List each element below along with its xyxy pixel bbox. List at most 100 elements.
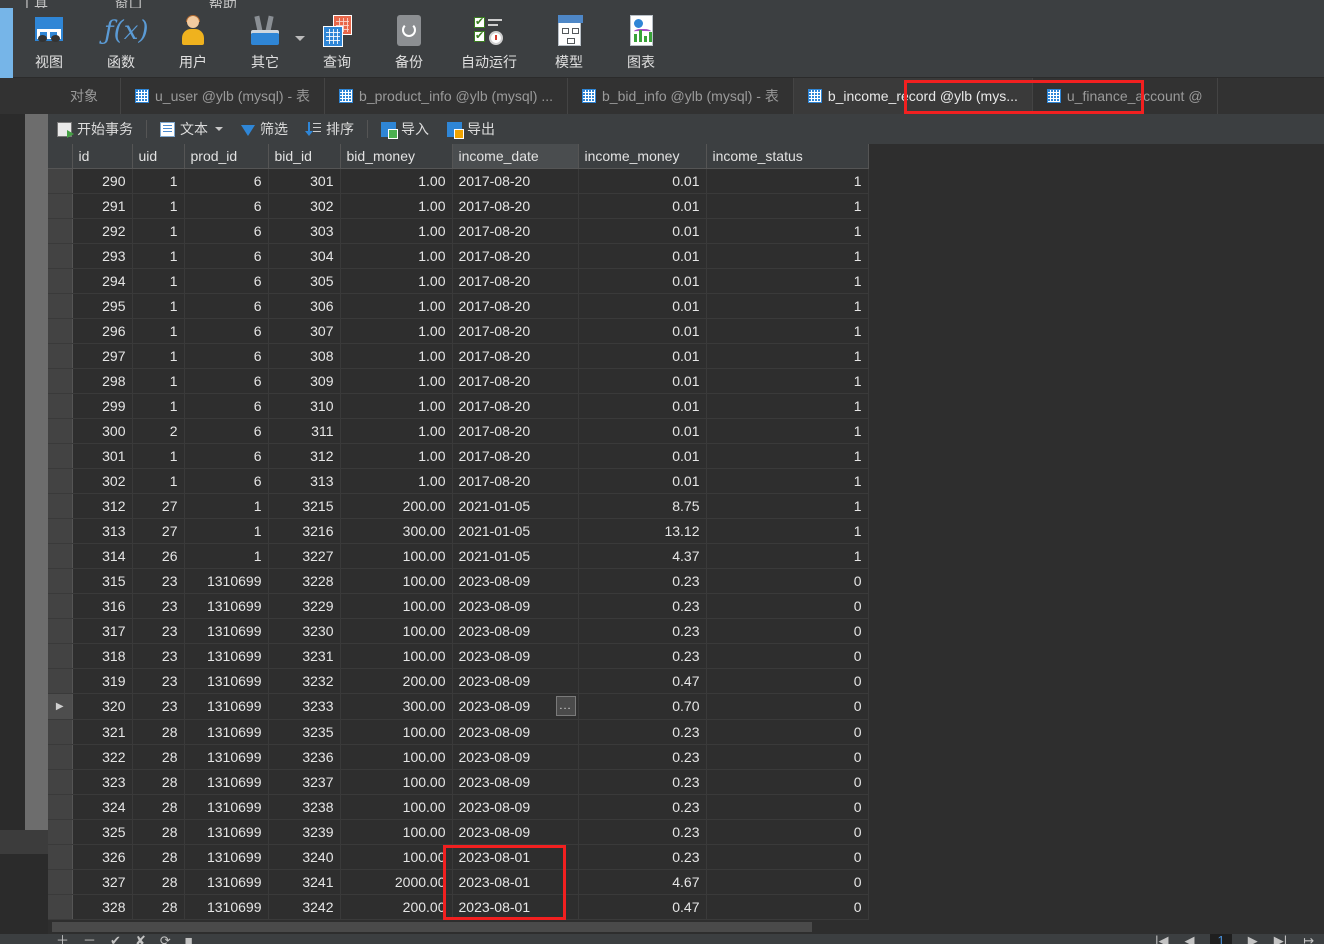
cell-uid[interactable]: 28 [132, 844, 185, 870]
cell-bid_money[interactable]: 200.00 [340, 894, 453, 920]
cell-uid[interactable]: 23 [132, 618, 185, 644]
cell-bid_money[interactable]: 1.00 [340, 443, 453, 469]
table-row[interactable]: 294 1 6 305 1.00 2017-08-20 0.01 1 [48, 268, 869, 294]
cell-uid[interactable]: 28 [132, 719, 185, 745]
cell-income_date[interactable]: 2023-08-01 [452, 844, 579, 870]
cell-income_money[interactable]: 0.01 [578, 293, 707, 319]
cell-income_money[interactable]: 0.01 [578, 318, 707, 344]
table-row[interactable]: 291 1 6 302 1.00 2017-08-20 0.01 1 [48, 193, 869, 219]
page-number[interactable]: 1 [1210, 934, 1232, 944]
row-header-cell[interactable] [48, 744, 73, 770]
cell-bid_money[interactable]: 100.00 [340, 794, 453, 820]
cell-income_status[interactable]: 1 [706, 343, 869, 369]
cell-bid_money[interactable]: 300.00 [340, 518, 453, 544]
export-button[interactable]: 导出 [438, 117, 504, 141]
table-row[interactable]: 322 28 1310699 3236 100.00 2023-08-09 0.23 0 [48, 744, 869, 770]
cell-prod_id[interactable]: 6 [184, 393, 269, 419]
cell-income_money[interactable]: 0.23 [578, 643, 707, 669]
cell-uid[interactable]: 1 [132, 468, 185, 494]
cell-id[interactable]: 291 [72, 193, 133, 219]
goto-icon[interactable]: ↦ [1303, 934, 1314, 944]
cell-income_money[interactable]: 0.01 [578, 193, 707, 219]
cell-uid[interactable]: 1 [132, 393, 185, 419]
ribbon-button-other[interactable]: 其它 [229, 8, 305, 78]
cell-prod_id[interactable]: 6 [184, 368, 269, 394]
cell-prod_id[interactable]: 1310699 [184, 618, 269, 644]
cell-prod_id[interactable]: 6 [184, 418, 269, 444]
cell-income_status[interactable]: 0 [706, 618, 869, 644]
cell-id[interactable]: 315 [72, 568, 133, 594]
menu-item-help[interactable]: 帮助 [209, 0, 237, 8]
table-row[interactable]: 316 23 1310699 3229 100.00 2023-08-09 0.23 0 [48, 593, 869, 619]
cell-uid[interactable]: 23 [132, 668, 185, 694]
cell-income_money[interactable]: 0.70 [578, 693, 707, 720]
cell-uid[interactable]: 28 [132, 769, 185, 795]
tab-b-product-info[interactable]: b_product_info @ylb (mysql) ... [325, 78, 568, 114]
cell-bid_id[interactable]: 301 [268, 168, 341, 194]
cell-income_date[interactable]: 2017-08-20 [452, 343, 579, 369]
row-header-cell[interactable] [48, 368, 73, 394]
row-header-cell[interactable] [48, 668, 73, 694]
row-header-cell[interactable] [48, 443, 73, 469]
cell-income_status[interactable]: 0 [706, 894, 869, 920]
cell-id[interactable]: 321 [72, 719, 133, 745]
cell-uid[interactable]: 1 [132, 318, 185, 344]
cell-prod_id[interactable]: 6 [184, 168, 269, 194]
cell-id[interactable]: 302 [72, 468, 133, 494]
tab-b-bid-info[interactable]: b_bid_info @ylb (mysql) - 表 [568, 78, 794, 114]
cell-income_date[interactable]: 2023-08-09 [452, 643, 579, 669]
cell-bid_id[interactable]: 3235 [268, 719, 341, 745]
cell-uid[interactable]: 27 [132, 493, 185, 519]
cell-bid_money[interactable]: 1.00 [340, 168, 453, 194]
ribbon-button-user[interactable]: 用户 [157, 8, 229, 78]
cell-prod_id[interactable]: 6 [184, 268, 269, 294]
table-row[interactable]: 293 1 6 304 1.00 2017-08-20 0.01 1 [48, 243, 869, 269]
cell-bid_id[interactable]: 303 [268, 218, 341, 244]
cell-income_status[interactable]: 1 [706, 418, 869, 444]
cell-uid[interactable]: 28 [132, 819, 185, 845]
cell-bid_id[interactable]: 3240 [268, 844, 341, 870]
column-header-income_status[interactable]: income_status [706, 144, 869, 169]
cell-bid_id[interactable]: 3216 [268, 518, 341, 544]
cell-id[interactable]: 319 [72, 668, 133, 694]
row-header-cell[interactable] [48, 543, 73, 569]
cell-income_money[interactable]: 8.75 [578, 493, 707, 519]
cell-income_status[interactable]: 1 [706, 168, 869, 194]
table-row[interactable]: 321 28 1310699 3235 100.00 2023-08-09 0.23 0 [48, 719, 869, 745]
cell-id[interactable]: 300 [72, 418, 133, 444]
cell-income_status[interactable]: 0 [706, 719, 869, 745]
cell-income_date[interactable]: 2023-08-09 [452, 794, 579, 820]
cell-uid[interactable]: 1 [132, 368, 185, 394]
row-header-cell[interactable] [48, 418, 73, 444]
table-row[interactable]: 325 28 1310699 3239 100.00 2023-08-09 0.23 0 [48, 819, 869, 845]
cell-bid_id[interactable]: 3228 [268, 568, 341, 594]
tab-u-user[interactable]: u_user @ylb (mysql) - 表 [121, 78, 326, 114]
cell-uid[interactable]: 23 [132, 643, 185, 669]
cell-bid_id[interactable]: 310 [268, 393, 341, 419]
cell-bid_id[interactable]: 306 [268, 293, 341, 319]
begin-transaction-button[interactable]: 开始事务 [48, 117, 142, 141]
row-header-cell[interactable] [48, 794, 73, 820]
table-row[interactable]: 299 1 6 310 1.00 2017-08-20 0.01 1 [48, 393, 869, 419]
table-row[interactable]: 323 28 1310699 3237 100.00 2023-08-09 0.23 0 [48, 769, 869, 795]
data-grid[interactable]: id uid prod_id bid_id bid_money income_date in… [48, 144, 1324, 920]
cell-id[interactable]: 328 [72, 894, 133, 920]
ribbon-button-automation[interactable]: 自动运行 [445, 8, 533, 78]
add-record-icon[interactable]: ＋ [56, 934, 69, 944]
cell-prod_id[interactable]: 1310699 [184, 593, 269, 619]
cell-uid[interactable]: 1 [132, 343, 185, 369]
tab-u-finance-account[interactable]: u_finance_account @ [1033, 78, 1218, 114]
row-header-cell[interactable] [48, 468, 73, 494]
cell-income_money[interactable]: 0.23 [578, 618, 707, 644]
cell-bid_money[interactable]: 100.00 [340, 819, 453, 845]
cell-income_money[interactable]: 0.23 [578, 744, 707, 770]
cell-bid_money[interactable]: 1.00 [340, 418, 453, 444]
cell-income_money[interactable]: 4.37 [578, 543, 707, 569]
cell-id[interactable]: 320 [72, 693, 133, 720]
cell-income_date[interactable]: 2023-08-01 [452, 869, 579, 895]
cell-income_status[interactable]: 0 [706, 844, 869, 870]
cell-bid_id[interactable]: 3229 [268, 593, 341, 619]
cell-id[interactable]: 323 [72, 769, 133, 795]
cell-income_status[interactable]: 0 [706, 769, 869, 795]
cell-income_status[interactable]: 1 [706, 218, 869, 244]
